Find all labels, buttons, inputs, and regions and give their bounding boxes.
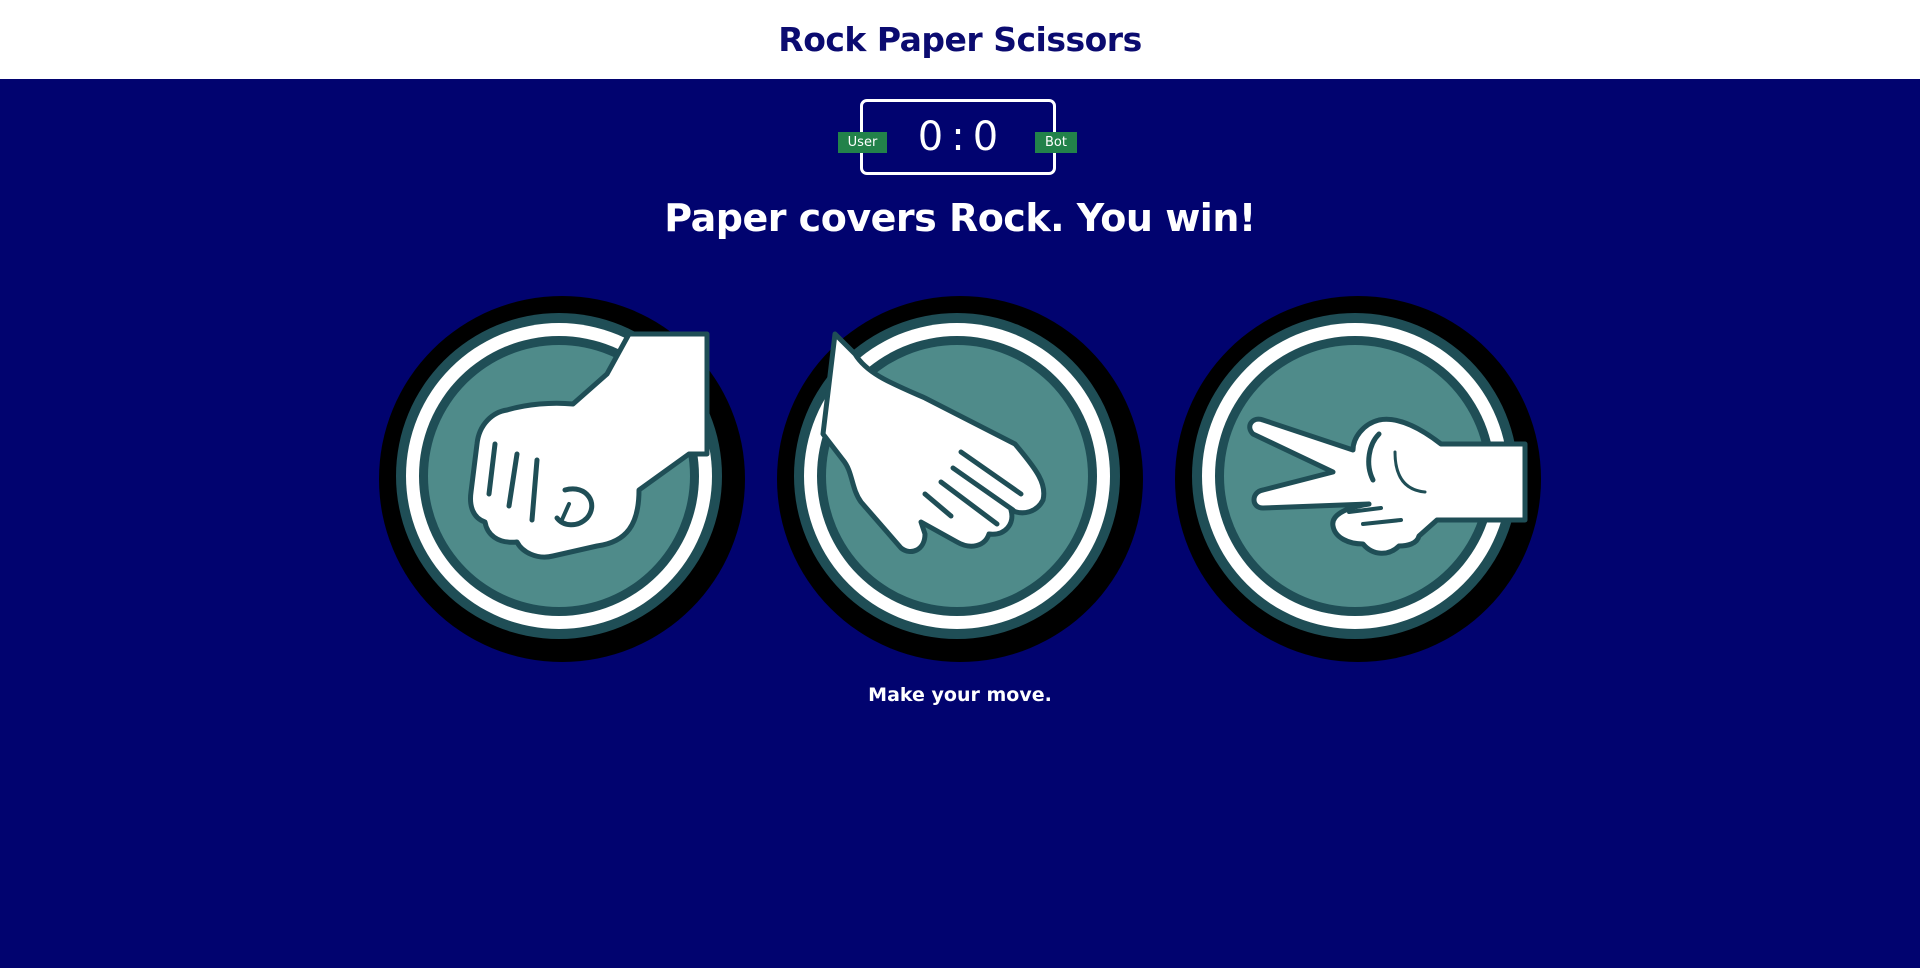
result-message: Paper covers Rock. You win!: [664, 196, 1256, 240]
rock-choice-button[interactable]: [377, 294, 747, 664]
user-badge: User: [838, 132, 887, 153]
bot-badge: Bot: [1035, 132, 1077, 153]
choices-container: [0, 294, 1920, 664]
scissors-choice-button[interactable]: [1173, 294, 1543, 664]
move-prompt: Make your move.: [868, 684, 1052, 706]
score-separator: :: [951, 114, 965, 160]
user-score: 0: [917, 114, 944, 160]
paper-hand-icon: [777, 296, 1143, 662]
scoreboard: 0 : 0: [860, 99, 1056, 175]
rock-fist-icon: [379, 296, 745, 662]
scissors-hand-icon: [1175, 296, 1541, 662]
page-title: Rock Paper Scissors: [778, 20, 1142, 59]
bot-score: 0: [972, 114, 999, 160]
paper-choice-button[interactable]: [775, 294, 1145, 664]
app-header: Rock Paper Scissors: [0, 0, 1920, 79]
score-display: 0 : 0: [863, 102, 1053, 172]
